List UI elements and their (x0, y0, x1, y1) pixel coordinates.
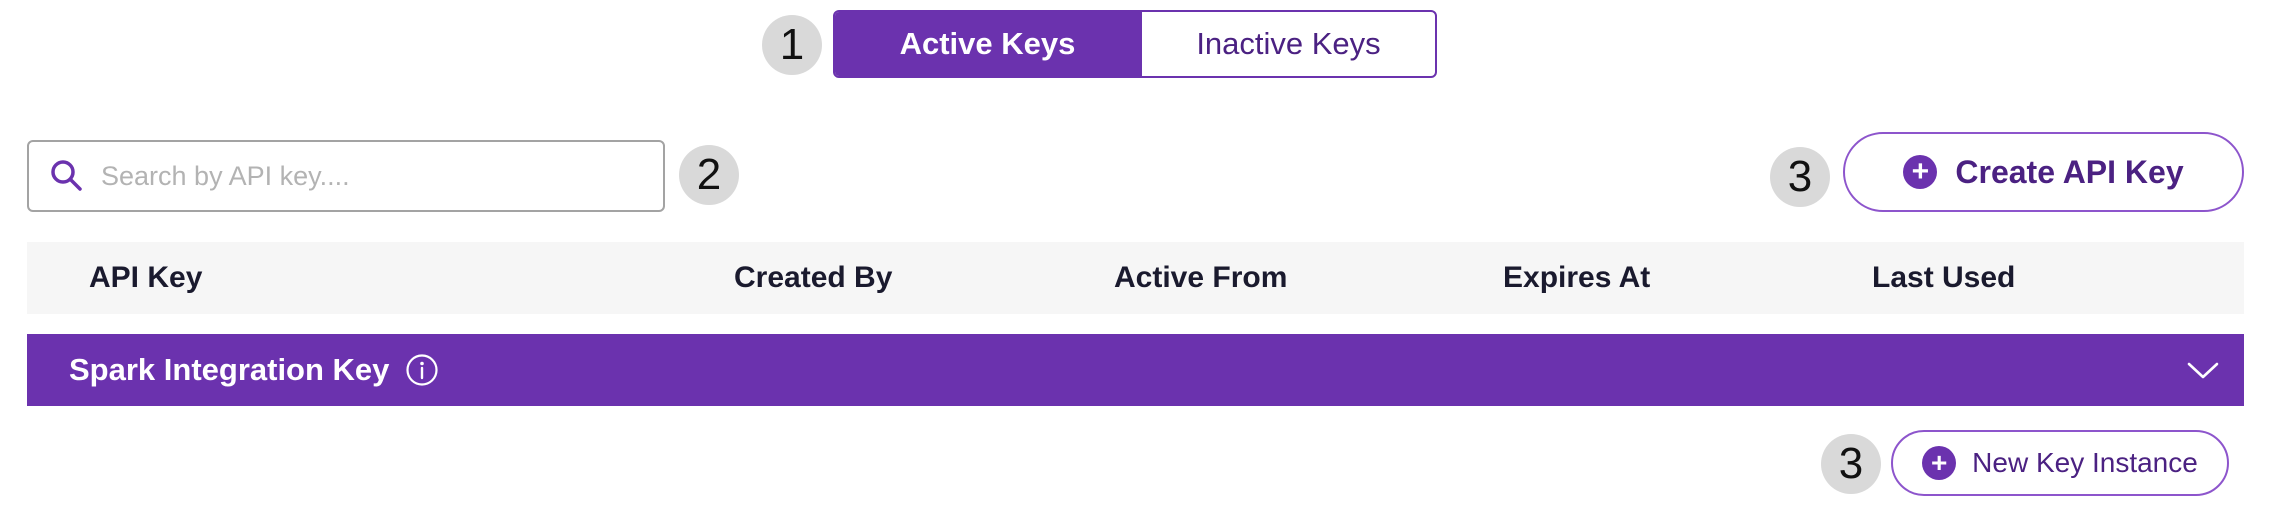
column-header-last-used[interactable]: Last Used (1872, 242, 2015, 314)
search-box[interactable] (27, 140, 665, 212)
step-marker-3: 3 (1770, 147, 1830, 207)
chevron-down-icon[interactable] (2186, 356, 2220, 384)
column-header-api-key[interactable]: API Key (89, 242, 202, 314)
table-header: API Key Created By Active From Expires A… (27, 242, 2244, 314)
key-status-tabs: Active Keys Inactive Keys (833, 10, 1437, 78)
column-header-active-from[interactable]: Active From (1114, 242, 1287, 314)
step-marker-2: 2 (679, 145, 739, 205)
tab-inactive-keys[interactable]: Inactive Keys (1140, 12, 1435, 76)
key-group-title: Spark Integration Key (69, 352, 390, 387)
key-group-row[interactable]: Spark Integration Key (27, 334, 2244, 406)
step-marker-1: 1 (762, 15, 822, 75)
create-api-key-button[interactable]: + Create API Key (1843, 132, 2244, 212)
plus-circle-icon: + (1903, 155, 1938, 189)
new-key-instance-button[interactable]: + New Key Instance (1891, 430, 2229, 496)
search-icon (51, 160, 82, 191)
create-api-key-label: Create API Key (1955, 153, 2184, 190)
column-header-expires-at[interactable]: Expires At (1503, 242, 1650, 314)
column-header-created-by[interactable]: Created By (734, 242, 892, 314)
new-key-instance-label: New Key Instance (1972, 447, 2198, 478)
info-icon[interactable] (405, 353, 439, 387)
search-input[interactable] (101, 156, 663, 196)
plus-circle-icon: + (1922, 446, 1957, 480)
api-keys-page: 1 Active Keys Inactive Keys 2 3 + Create… (0, 0, 2269, 518)
tab-active-keys[interactable]: Active Keys (835, 12, 1140, 76)
step-marker-3-new-instance: 3 (1821, 434, 1881, 494)
